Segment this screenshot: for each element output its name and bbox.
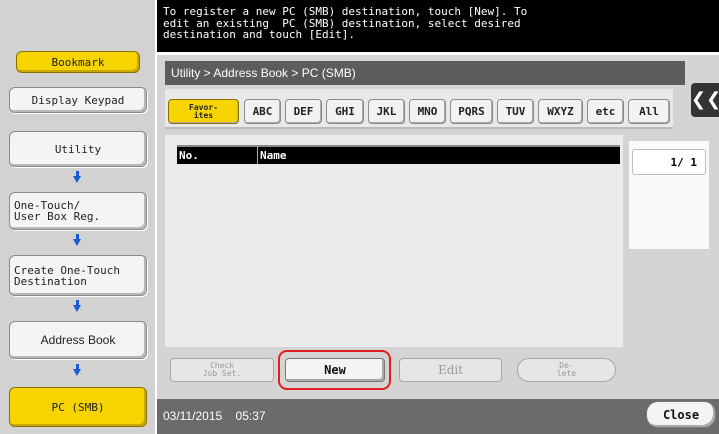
- destination-list[interactable]: [165, 135, 623, 347]
- utility-button[interactable]: Utility: [9, 131, 147, 167]
- time-text: 05:37: [235, 409, 266, 423]
- column-no: No.: [179, 149, 199, 162]
- tab-all[interactable]: All: [628, 99, 670, 124]
- edit-button[interactable]: Edit: [399, 358, 502, 382]
- pc-smb-label: PC (SMB): [51, 400, 105, 414]
- create-one-touch-destination-button[interactable]: Create One-Touch Destination: [9, 255, 147, 296]
- one-touch-user-box-button[interactable]: One-Touch/ User Box Reg.: [9, 192, 147, 230]
- tab-wxyz[interactable]: WXYZ: [538, 99, 583, 124]
- display-keypad-button[interactable]: Display Keypad: [9, 87, 147, 113]
- close-button[interactable]: Close: [646, 401, 716, 428]
- arrow-down-icon: [73, 171, 81, 183]
- instruction-message: To register a new PC (SMB) destination, …: [157, 0, 719, 52]
- check-job-set-button[interactable]: Check Job Set.: [170, 358, 274, 382]
- tab-abc[interactable]: ABC: [244, 99, 281, 124]
- page-indicator: 1/ 1: [632, 149, 706, 175]
- new-button-highlight: [278, 350, 391, 390]
- column-divider: [257, 147, 258, 164]
- utility-label: Utility: [54, 142, 102, 156]
- tab-favorites[interactable]: Favor- ites: [168, 99, 239, 124]
- display-keypad-label: Display Keypad: [31, 93, 125, 107]
- column-name: Name: [260, 149, 287, 162]
- list-header: No. Name: [177, 145, 620, 164]
- address-book-label: Address Book: [40, 332, 116, 347]
- create-dest-label: Create One-Touch Destination: [14, 263, 120, 288]
- tab-pqrs[interactable]: PQRS: [450, 99, 493, 124]
- tab-tuv[interactable]: TUV: [497, 99, 534, 124]
- tab-def[interactable]: DEF: [285, 99, 322, 124]
- bookmark-label: Bookmark: [51, 55, 105, 69]
- status-bar: 03/11/2015 05:37: [157, 399, 719, 434]
- delete-button[interactable]: De- lete: [517, 358, 616, 382]
- breadcrumb: Utility > Address Book > PC (SMB): [165, 61, 685, 85]
- arrow-down-icon: [73, 234, 81, 246]
- tab-ghi[interactable]: GHI: [326, 99, 364, 124]
- tab-mno[interactable]: MNO: [409, 99, 446, 124]
- address-book-button[interactable]: Address Book: [9, 321, 147, 359]
- tab-jkl[interactable]: JKL: [368, 99, 405, 124]
- pc-smb-button[interactable]: PC (SMB): [9, 387, 147, 427]
- date-text: 03/11/2015: [163, 409, 223, 423]
- date-time: 03/11/2015 05:37: [163, 399, 266, 434]
- tab-etc[interactable]: etc: [587, 99, 624, 124]
- bookmark-button[interactable]: Bookmark: [16, 51, 140, 73]
- arrow-down-icon: [73, 300, 81, 312]
- double-chevron-left-icon[interactable]: ❮❮: [691, 83, 719, 117]
- one-touch-label: One-Touch/ User Box Reg.: [14, 199, 101, 223]
- arrow-down-icon: [73, 364, 81, 376]
